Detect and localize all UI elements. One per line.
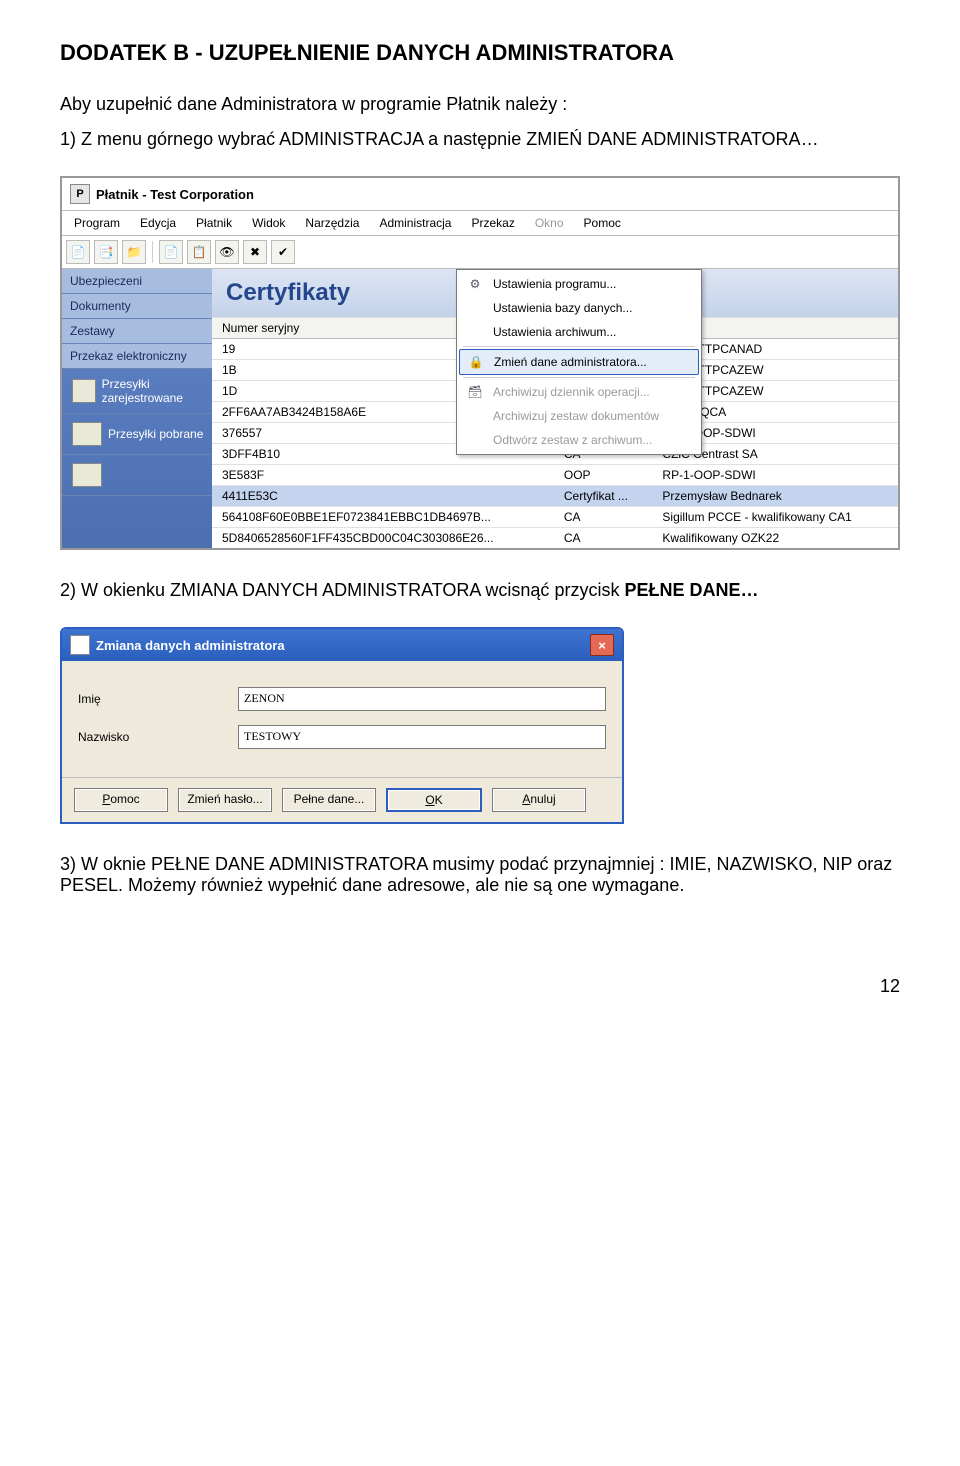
dialog-form: Imię ZENON Nazwisko TESTOWY [62,661,622,777]
menu-widok[interactable]: Widok [244,213,293,233]
gear-icon: ⚙ [465,275,485,293]
lock-icon: 🔒 [466,353,486,371]
sidebar-item-przekaz[interactable]: Przekaz elektroniczny [62,344,212,369]
change-password-button[interactable]: Zmień hasło... [178,788,272,812]
app-icon: P [70,184,90,204]
toolbar: 📄 📑 📁 📄 📋 👁 ✖ ✔ [62,236,898,269]
menu-separator [463,377,695,378]
title-bar: P Płatnik - Test Corporation [62,178,898,211]
sidebar-item-more[interactable] [62,455,212,496]
administracja-dropdown: ⚙ Ustawienia programu... Ustawienia bazy… [456,269,702,455]
toolbar-btn-8[interactable]: ✔ [271,240,295,264]
lastname-field[interactable]: TESTOWY [238,725,606,749]
close-icon[interactable]: × [590,634,614,656]
label-firstname: Imię [78,692,238,706]
page-number: 12 [60,976,900,997]
full-data-button[interactable]: Pełne dane... [282,788,376,812]
menuitem-ustawienia-programu[interactable]: ⚙ Ustawienia programu... [459,272,699,296]
step-2: 2) W okienku ZMIANA DANYCH ADMINISTRATOR… [60,580,900,601]
menu-platnik[interactable]: Płatnik [188,213,240,233]
sidebar-przesylki-zarejestrowane[interactable]: Przesyłki zarejestrowane [62,369,212,414]
admin-data-dialog: P Zmiana danych administratora × Imię ZE… [60,627,624,824]
table-row[interactable]: 564108F60E0BBE1EF0723841EBBC1DB4697B...C… [212,507,898,528]
table-row[interactable]: 3E583FOOPRP-1-OOP-SDWI [212,465,898,486]
toolbar-btn-2[interactable]: 📑 [94,240,118,264]
mail-out-icon [72,379,96,403]
toolbar-sep [152,241,153,263]
ok-button[interactable]: OK [386,788,482,812]
step-3: 3) W oknie PEŁNE DANE ADMINISTRATORA mus… [60,854,900,896]
sidebar-przesylki-pobrane[interactable]: Przesyłki pobrane [62,414,212,455]
menuitem-ustawienia-archiwum[interactable]: Ustawienia archiwum... [459,320,699,344]
help-button[interactable]: Pomoc [74,788,168,812]
archive-icon: 🗃 [465,383,485,401]
menuitem-ustawienia-bazy[interactable]: Ustawienia bazy danych... [459,296,699,320]
toolbar-btn-1[interactable]: 📄 [66,240,90,264]
table-row[interactable]: 5D8406528560F1FF435CBD00C04C303086E26...… [212,528,898,549]
dialog-title: Zmiana danych administratora [96,638,285,653]
mail-in-icon [72,422,102,446]
cancel-button[interactable]: Anuluj [492,788,586,812]
sidebar: Ubezpieczeni Dokumenty Zestawy Przekaz e… [62,269,212,548]
menu-narzedzia[interactable]: Narzędzia [297,213,367,233]
content-pane: Certyfikaty Numer seryjny aściciel 19IZE… [212,269,898,548]
menu-administracja[interactable]: Administracja [371,213,459,233]
firstname-field[interactable]: ZENON [238,687,606,711]
sidebar-label-registered: Przesyłki zarejestrowane [102,377,204,405]
toolbar-btn-6[interactable]: 👁 [215,240,239,264]
menuitem-odtworz-zestaw: Odtwórz zestaw z archiwum... [459,428,699,452]
window-title: Płatnik - Test Corporation [96,187,254,202]
menu-edycja[interactable]: Edycja [132,213,184,233]
menuitem-archiwizuj-dziennik: 🗃 Archiwizuj dziennik operacji... [459,380,699,404]
app-icon: P [70,635,90,655]
toolbar-btn-3[interactable]: 📁 [122,240,146,264]
doc-icon [72,463,102,487]
menu-okno[interactable]: Okno [527,213,572,233]
label-lastname: Nazwisko [78,730,238,744]
intro-text: Aby uzupełnić dane Administratora w prog… [60,94,900,115]
menuitem-archiwizuj-zestaw: Archiwizuj zestaw dokumentów [459,404,699,428]
step-1: 1) Z menu górnego wybrać ADMINISTRACJA a… [60,129,900,150]
sidebar-item-dokumenty[interactable]: Dokumenty [62,294,212,319]
sidebar-item-zestawy[interactable]: Zestawy [62,319,212,344]
toolbar-btn-7[interactable]: ✖ [243,240,267,264]
platnik-app-window: P Płatnik - Test Corporation Program Edy… [60,176,900,550]
dialog-title-bar: P Zmiana danych administratora × [62,629,622,661]
menu-pomoc[interactable]: Pomoc [576,213,629,233]
sidebar-label-received: Przesyłki pobrane [108,427,203,441]
toolbar-btn-4[interactable]: 📄 [159,240,183,264]
toolbar-btn-5[interactable]: 📋 [187,240,211,264]
menu-przekaz[interactable]: Przekaz [463,213,522,233]
appendix-title: DODATEK B - UZUPEŁNIENIE DANYCH ADMINIST… [60,40,900,66]
table-row-selected[interactable]: 4411E53CCertyfikat ...Przemysław Bednare… [212,486,898,507]
menu-bar: Program Edycja Płatnik Widok Narzędzia A… [62,211,898,236]
sidebar-item-ubezpieczeni[interactable]: Ubezpieczeni [62,269,212,294]
menu-separator [463,346,695,347]
dialog-button-row: Pomoc Zmień hasło... Pełne dane... OK An… [62,777,622,822]
menuitem-zmien-dane-admin[interactable]: 🔒 Zmień dane administratora... [459,349,699,375]
menu-program[interactable]: Program [66,213,128,233]
